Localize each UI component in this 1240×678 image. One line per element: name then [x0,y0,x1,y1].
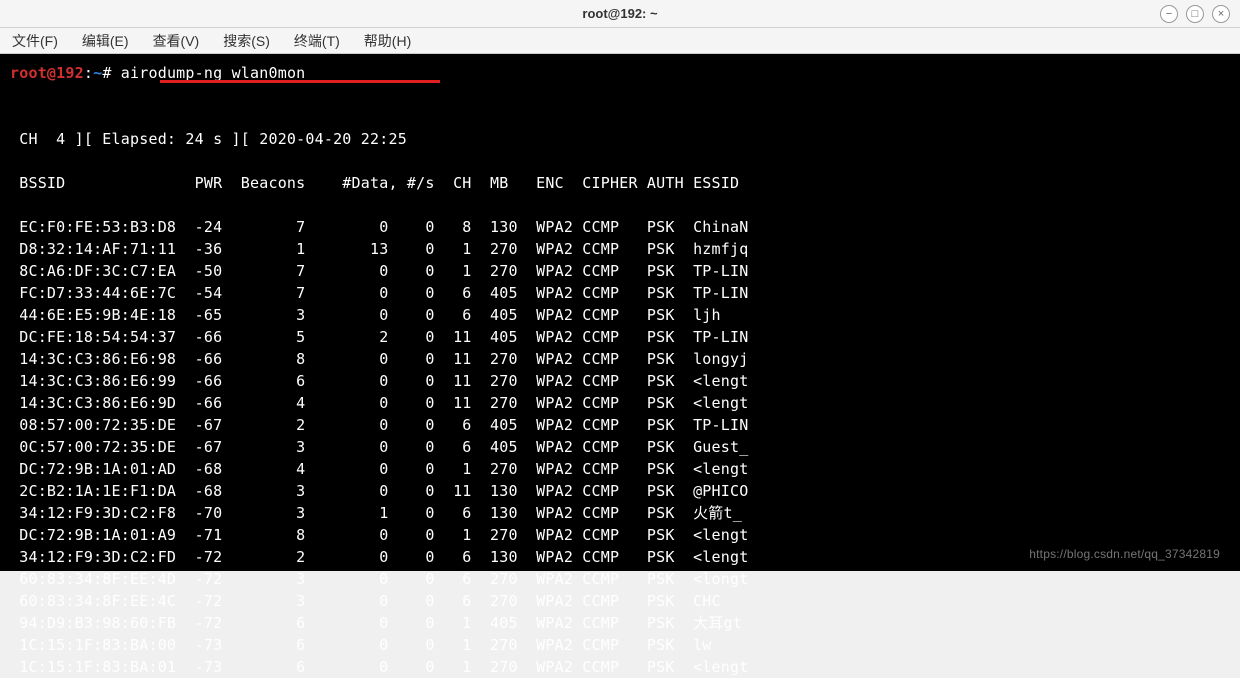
maximize-button[interactable]: □ [1186,5,1204,23]
table-row: 0C:57:00:72:35:DE -67 3 0 0 6 405 WPA2 C… [10,438,748,456]
status-line: CH 4 ][ Elapsed: 24 s ][ 2020-04-20 22:2… [10,130,407,148]
table-row: 34:12:F9:3D:C2:F8 -70 3 1 0 6 130 WPA2 C… [10,504,742,522]
prompt-path: ~ [93,64,102,82]
menu-help[interactable]: 帮助(H) [364,31,411,51]
window-title: root@192: ~ [582,6,657,21]
table-row: 2C:B2:1A:1E:F1:DA -68 3 0 0 11 130 WPA2 … [10,482,748,500]
menu-file[interactable]: 文件(F) [12,31,58,51]
menu-search[interactable]: 搜索(S) [223,31,270,51]
column-headers: BSSID PWR Beacons #Data, #/s CH MB ENC C… [10,174,739,192]
window-controls: − □ × [1160,5,1230,23]
table-row: 1C:15:1F:83:BA:01 -73 6 0 0 1 270 WPA2 C… [10,658,748,676]
table-row: 60:83:34:8F:EE:4D -72 3 0 0 6 270 WPA2 C… [10,570,748,588]
prompt-user: root@192 [10,64,84,82]
terminal-area[interactable]: root@192:~# airodump-ng wlan0mon CH 4 ][… [0,54,1240,571]
table-row: 14:3C:C3:86:E6:9D -66 4 0 0 11 270 WPA2 … [10,394,748,412]
menu-terminal[interactable]: 终端(T) [294,31,340,51]
menu-edit[interactable]: 编辑(E) [82,31,129,51]
table-row: 14:3C:C3:86:E6:98 -66 8 0 0 11 270 WPA2 … [10,350,748,368]
table-row: D8:32:14:AF:71:11 -36 1 13 0 1 270 WPA2 … [10,240,748,258]
table-row: 44:6E:E5:9B:4E:18 -65 3 0 0 6 405 WPA2 C… [10,306,721,324]
table-row: 1C:15:1F:83:BA:00 -73 6 0 0 1 270 WPA2 C… [10,636,712,654]
table-row: 94:D9:B3:98:60:FB -72 6 0 0 1 405 WPA2 C… [10,614,742,632]
watermark: https://blog.csdn.net/qq_37342819 [1029,543,1220,565]
table-row: DC:72:9B:1A:01:AD -68 4 0 0 1 270 WPA2 C… [10,460,748,478]
menu-view[interactable]: 查看(V) [153,31,200,51]
table-row: DC:FE:18:54:54:37 -66 5 2 0 11 405 WPA2 … [10,328,748,346]
command-underline-annotation [160,80,440,83]
table-row: 08:57:00:72:35:DE -67 2 0 0 6 405 WPA2 C… [10,416,748,434]
table-row: 14:3C:C3:86:E6:99 -66 6 0 0 11 270 WPA2 … [10,372,748,390]
table-row: FC:D7:33:44:6E:7C -54 7 0 0 6 405 WPA2 C… [10,284,748,302]
table-row: 60:83:34:8F:EE:4C -72 3 0 0 6 270 WPA2 C… [10,592,721,610]
table-row: 34:12:F9:3D:C2:FD -72 2 0 0 6 130 WPA2 C… [10,548,748,566]
table-row: DC:72:9B:1A:01:A9 -71 8 0 0 1 270 WPA2 C… [10,526,748,544]
menu-bar: 文件(F) 编辑(E) 查看(V) 搜索(S) 终端(T) 帮助(H) [0,28,1240,54]
window-titlebar: root@192: ~ − □ × [0,0,1240,28]
table-row: 8C:A6:DF:3C:C7:EA -50 7 0 0 1 270 WPA2 C… [10,262,748,280]
minimize-button[interactable]: − [1160,5,1178,23]
prompt-hash: # [102,64,120,82]
table-row: EC:F0:FE:53:B3:D8 -24 7 0 0 8 130 WPA2 C… [10,218,748,236]
close-button[interactable]: × [1212,5,1230,23]
prompt-sep: : [84,64,93,82]
